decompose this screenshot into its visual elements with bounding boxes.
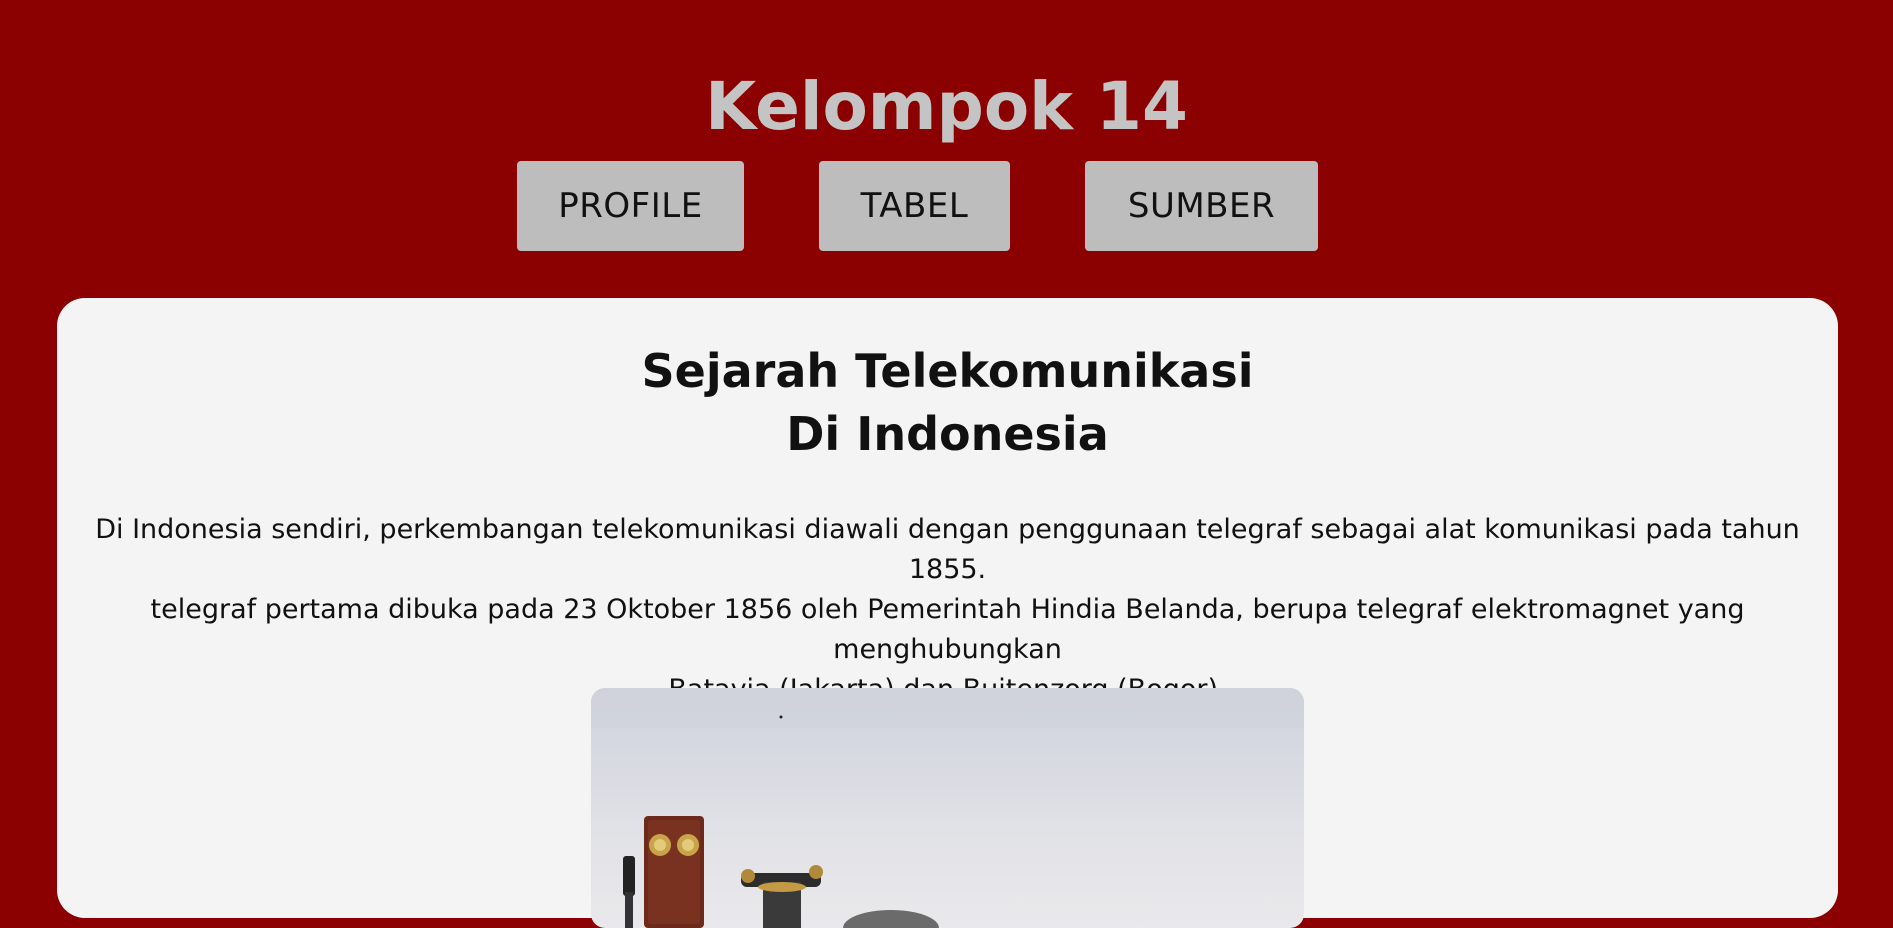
article-paragraph: Di Indonesia sendiri, perkembangan telek… bbox=[95, 514, 1800, 705]
site-title: Kelompok 14 bbox=[705, 68, 1188, 145]
antique-telephones-illustration bbox=[591, 688, 1304, 928]
antique-telephones-image bbox=[591, 688, 1304, 928]
main-nav: PROFILE TABEL SUMBER bbox=[0, 161, 1893, 251]
article-title-line-2: Di Indonesia bbox=[786, 407, 1109, 461]
article-title: Sejarah Telekomunikasi Di Indonesia bbox=[57, 340, 1838, 466]
site-header: Kelompok 14 PROFILE TABEL SUMBER bbox=[0, 0, 1893, 290]
nav-profile-button[interactable]: PROFILE bbox=[517, 161, 744, 251]
nav-sumber-button[interactable]: SUMBER bbox=[1085, 161, 1318, 251]
article-title-line-1: Sejarah Telekomunikasi bbox=[641, 344, 1254, 398]
nav-tabel-button[interactable]: TABEL bbox=[819, 161, 1010, 251]
content-card: Sejarah Telekomunikasi Di Indonesia Di I… bbox=[57, 298, 1838, 928]
